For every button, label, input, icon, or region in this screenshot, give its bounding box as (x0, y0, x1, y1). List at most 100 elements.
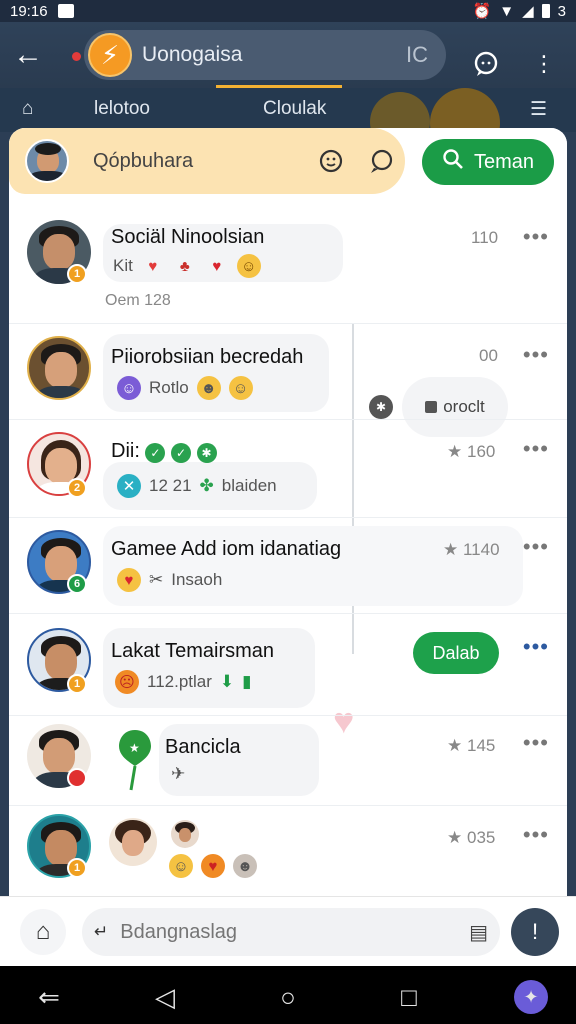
more-icon[interactable]: ••• (523, 342, 549, 368)
chat-preview: ✕ 12 21 ✤ blaiden (117, 474, 277, 498)
signal-icon: ◢ (522, 3, 534, 20)
star-icon: ★ (447, 828, 463, 847)
gift-icon: ♣ (179, 257, 190, 275)
chat-row[interactable]: 1 ☺ ♥ ☻ ★ 035 ••• (9, 806, 567, 900)
chat-name: Bancicla (165, 736, 241, 758)
check-icon: ✓ (145, 443, 166, 463)
chat-preview: ☺ Rotlo ☻ ☺ (117, 376, 253, 400)
comment-icon[interactable] (365, 145, 397, 177)
chat-preview: Kit ♥ ♣ ♥ ☺ (113, 254, 261, 278)
alarm-icon: ⏰ (472, 3, 492, 20)
nav-back-icon[interactable]: ⇐ (32, 980, 66, 1014)
flag-icon: ▮ (242, 672, 252, 691)
chat-preview: ♥ ✂ Insaoh (117, 568, 222, 592)
more-icon[interactable]: ••• (523, 634, 549, 660)
nav-recents-icon[interactable]: □ (392, 980, 426, 1014)
chat-row[interactable]: ★ Bancicla ✈ ★ 145 ••• (9, 716, 567, 806)
chat-bubble-icon[interactable] (466, 44, 506, 84)
search-icon[interactable] (315, 145, 347, 177)
chat-name-text: Dii: (111, 440, 140, 462)
star-icon: ★ (447, 442, 463, 461)
status-badge (67, 768, 87, 788)
more-icon[interactable]: ••• (523, 534, 549, 560)
more-icon[interactable]: ••• (523, 436, 549, 462)
map-pin-icon: ★ (117, 728, 153, 792)
menu-icon[interactable]: ☰ (530, 98, 547, 121)
avatar[interactable] (25, 139, 69, 183)
chat-time: Oem 128 (105, 292, 171, 309)
assistant-icon[interactable]: ✦ (514, 980, 548, 1014)
teman-label: Teman (473, 150, 535, 173)
emoji-icon: ☻ (233, 854, 257, 878)
chat-meta: 110 (471, 228, 499, 247)
status-badge: 6 (67, 574, 87, 594)
star-icon: ★ (443, 540, 459, 559)
tab-cloulak[interactable]: Cloulak (263, 98, 326, 120)
exclamation-icon[interactable]: ! (511, 908, 559, 956)
avatar (27, 336, 91, 400)
chat-meta: ★ 035 (447, 828, 495, 848)
chat-row[interactable]: 2 Dii: ✓ ✓ ✱ ✕ 12 21 ✤ blaiden ★ 160 ••• (9, 420, 567, 518)
tab-lelotoo[interactable]: lelotoo (94, 98, 150, 120)
clip-icon[interactable]: ▤ (469, 920, 488, 945)
emoji-icon: ☹ (115, 670, 139, 694)
chat-meta: ★ 1140 (443, 540, 500, 560)
more-icon[interactable]: ••• (523, 822, 549, 848)
avatar-body (35, 386, 87, 398)
preview-text: Rotlo (149, 378, 189, 397)
chat-list-panel: Qópbuhara Teman 1 Sociäl Ninoolsian Kit … (9, 128, 567, 900)
chat-name: Lakat Temairsman (111, 640, 275, 662)
cross-icon: ✕ (117, 474, 141, 498)
preview-text: Insaoh (171, 570, 223, 589)
arrow-down-icon: ⬇ (219, 672, 235, 691)
tools-icon: ✂ (149, 570, 164, 589)
preview-text-2: blaiden (221, 476, 277, 495)
chat-name: Gamee Add iom idanatiag (111, 538, 342, 560)
chat-row[interactable]: 6 Gamee Add iom idanatiag ♥ ✂ Insaoh ★ 1… (9, 518, 567, 614)
tab-bar: ⌂ lelotoo Cloulak ☰ (0, 88, 576, 158)
teman-button[interactable]: Teman (422, 139, 554, 185)
home-icon[interactable]: ⌂ (22, 98, 33, 120)
avatar-face (43, 738, 75, 774)
chat-meta-value: 1140 (462, 540, 500, 559)
dalab-button[interactable]: Dalab (413, 632, 499, 674)
app-title: Uonogaisa (142, 43, 243, 66)
nav-home-icon[interactable]: ○ (271, 980, 305, 1014)
battery-icon (541, 4, 550, 18)
message-bubble (159, 724, 319, 796)
flash-logo-icon: ⚡ (88, 33, 132, 77)
notification-icon (57, 4, 74, 18)
status-badge: 1 (67, 674, 87, 694)
status-badge: 2 (67, 478, 87, 498)
emoji-icon: ☻ (196, 376, 221, 400)
chat-row[interactable]: 1 Sociäl Ninoolsian Kit ♥ ♣ ♥ ☺ Oem 128 … (9, 196, 567, 324)
chat-preview: ☹ 112.ptlar ⬇ ▮ (115, 670, 252, 694)
search-label: Qópbuhara (93, 149, 194, 172)
status-bar: 19:16 ⏰ ▼ ◢ 3 (0, 0, 576, 22)
chat-row[interactable]: 1 Lakat Temairsman ☹ 112.ptlar ⬇ ▮ Dalab… (9, 614, 567, 716)
status-time: 19:16 (10, 2, 48, 20)
composer-pill: ↵ ▤ (82, 908, 500, 956)
preview-text: 12 21 (149, 476, 192, 495)
more-icon[interactable]: ••• (523, 730, 549, 756)
more-icon[interactable]: ••• (523, 224, 549, 250)
chat-meta: ★ 160 (447, 442, 495, 462)
home-icon[interactable]: ⌂ (20, 909, 66, 955)
clover-icon: ✤ (199, 476, 214, 495)
star-icon: ★ (447, 736, 463, 755)
message-input[interactable] (120, 920, 451, 944)
avatar-face (45, 352, 77, 388)
heart-icon: ♥ (212, 257, 222, 275)
app-title-pill[interactable]: ⚡ Uonogaisa IC (84, 30, 446, 80)
smiley-icon: ☺ (236, 254, 261, 278)
chat-row[interactable]: Piiorobsiian becredah ☺ Rotlo ☻ ☺ 00 ••• (9, 324, 567, 420)
smiley-icon: ☺ (117, 376, 141, 400)
nav-triangle-icon[interactable]: ◁ (148, 980, 182, 1014)
emoji-icon: ☺ (169, 854, 193, 878)
svg-text:★: ★ (129, 741, 140, 755)
composer-bar: ⌂ ↵ ▤ ! (0, 896, 576, 966)
back-arrow-icon[interactable]: ← (0, 27, 56, 83)
more-vert-icon[interactable]: ⋮ (524, 44, 564, 84)
avatar (109, 818, 157, 866)
smiley-icon: ☺ (228, 376, 253, 400)
